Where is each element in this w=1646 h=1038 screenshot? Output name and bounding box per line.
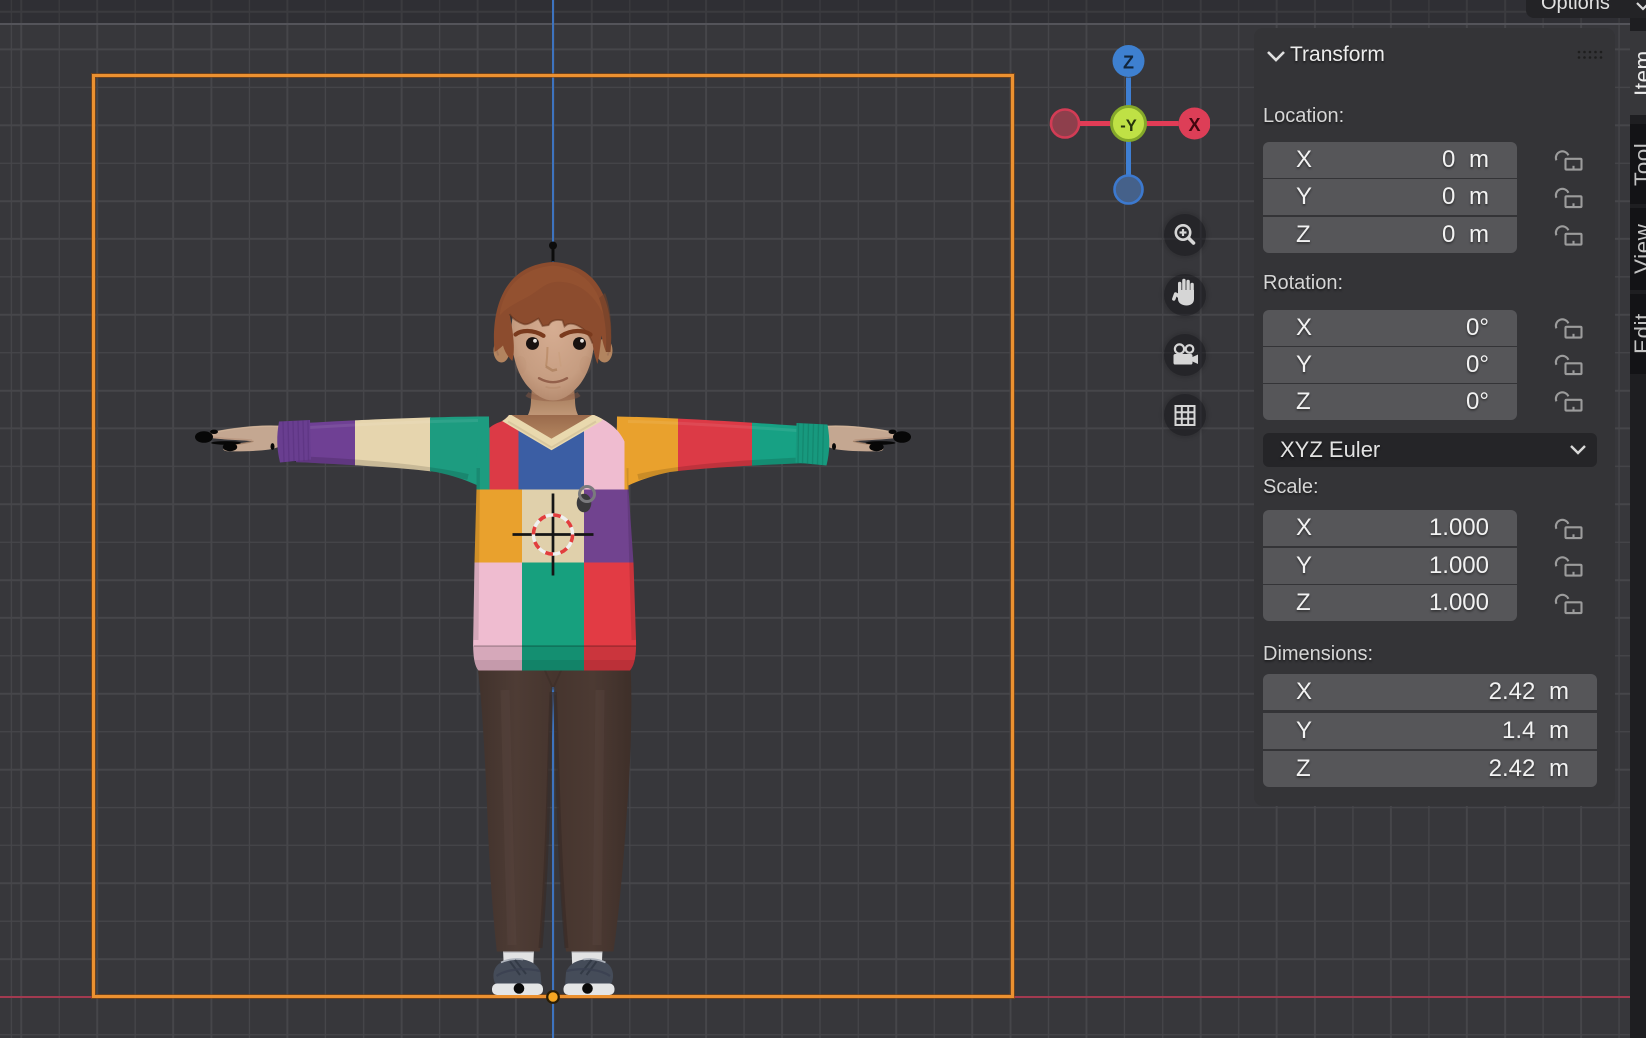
svg-text:Z: Z: [1123, 53, 1134, 73]
svg-text:-Y: -Y: [1120, 117, 1137, 135]
svg-text:X: X: [1188, 115, 1200, 135]
